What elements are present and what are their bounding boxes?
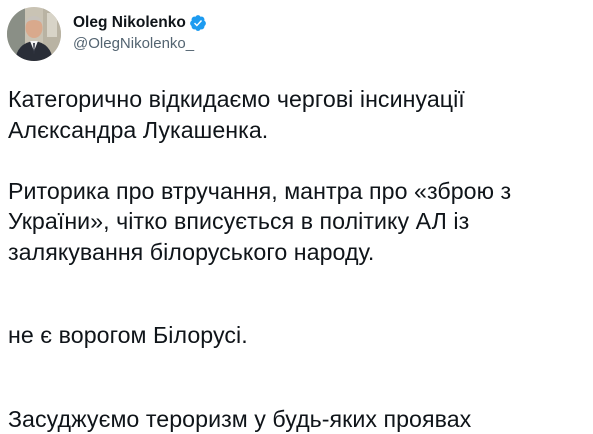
paragraph-2: Риторика про втручання, мантра про «збро… <box>8 176 588 268</box>
tweet-card: Oleg Nikolenko @OlegNikolenko_ Категорич… <box>0 0 593 432</box>
paragraph-3 <box>8 298 588 320</box>
text-line: Засуджуємо тероризм у будь-яких проявах <box>8 405 472 432</box>
text-line: України», чітко вписується в політику АЛ… <box>8 208 470 234</box>
ukraine-flag-icon <box>8 297 38 319</box>
tweet-text: Категорично відкидаємо чергові інсинуаці… <box>8 84 588 434</box>
text-line: Категорично відкидаємо чергові інсинуаці… <box>8 86 465 112</box>
name-row: Oleg Nikolenko <box>73 13 207 34</box>
author-names: Oleg Nikolenko @OlegNikolenko_ <box>73 13 207 52</box>
text-line: залякування білоруського народу. <box>8 238 375 265</box>
text-line: не є ворогом Білорусі. <box>8 321 248 348</box>
author-display-name[interactable]: Oleg Nikolenko <box>73 14 186 32</box>
avatar[interactable] <box>7 7 61 61</box>
text-line: Алєксандра Лукашенка. <box>8 116 269 143</box>
paragraph-1: Категорично відкидаємо чергові інсинуаці… <box>8 84 588 145</box>
tweet-header: Oleg Nikolenko @OlegNikolenko_ <box>7 6 207 62</box>
verified-badge-icon <box>189 14 207 32</box>
text-line: Риторика про втручання, мантра про «збро… <box>8 177 512 204</box>
profile-photo-icon <box>7 7 61 61</box>
paragraph-4: Засуджуємо тероризм у будь-яких проявах <box>8 404 588 434</box>
author-handle[interactable]: @OlegNikolenko_ <box>73 35 207 52</box>
